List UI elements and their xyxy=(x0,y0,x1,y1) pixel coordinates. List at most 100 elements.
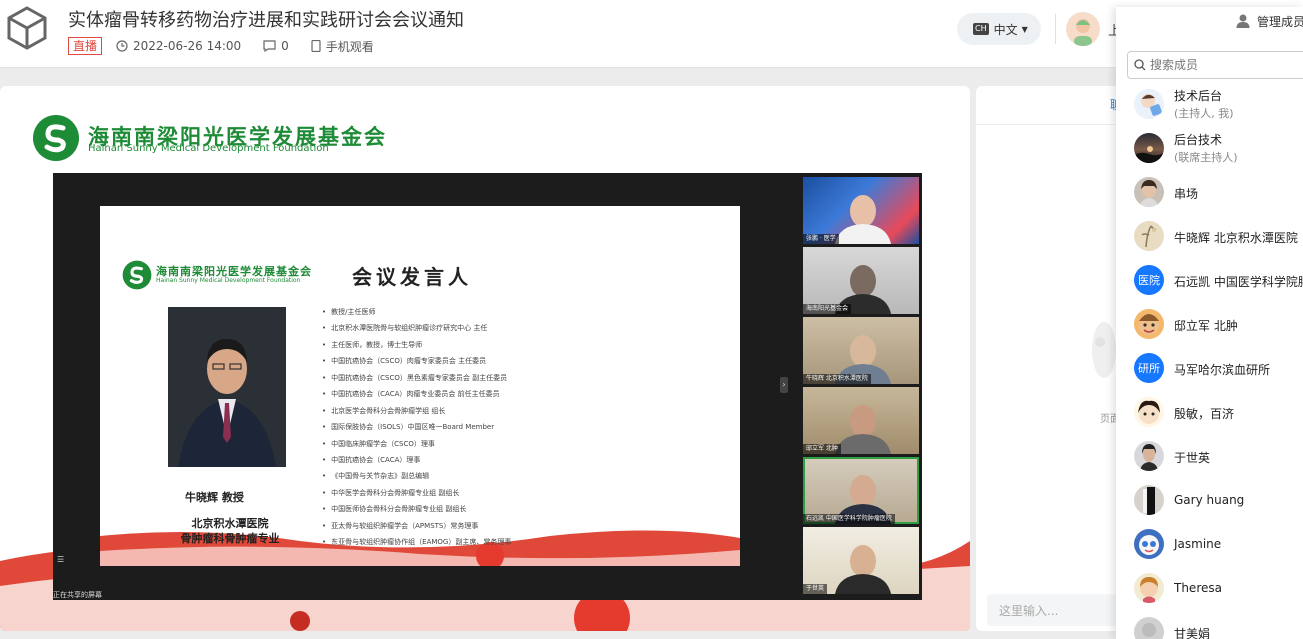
member-avatar xyxy=(1134,309,1164,339)
member-item[interactable]: 后台技术 (联席主持人) xyxy=(1116,127,1303,171)
collapse-tiles-button[interactable]: › xyxy=(780,377,788,393)
speaker-bio-item: 中华医学会骨科分会骨肿瘤专业组 副组长 xyxy=(322,485,740,501)
speaker-bio-item: 中国抗癌协会（CSCO）黑色素瘤专家委员会 副主任委员 xyxy=(322,370,740,386)
mobile-watch-label: 手机观看 xyxy=(325,39,374,54)
member-avatar xyxy=(1134,529,1164,559)
member-name: 后台技术 xyxy=(1174,133,1223,147)
speaker-bio-item: 东亚骨与软组织肿瘤协作组（EAMOG）副主席、常务理事 xyxy=(322,534,740,550)
member-name: 牛晓辉 北京积水潭医院 xyxy=(1174,231,1298,245)
page-title: 实体瘤骨转移药物治疗进展和实践研讨会会议通知 xyxy=(68,10,464,31)
speaker-name: 牛晓辉 教授 xyxy=(185,491,244,504)
member-item[interactable]: 于世英 xyxy=(1116,435,1303,479)
user-avatar[interactable] xyxy=(1066,12,1100,46)
member-item[interactable]: Jasmine xyxy=(1116,523,1303,567)
speaker-bio-item: 教授/主任医师 xyxy=(322,304,740,320)
member-name: 串场 xyxy=(1174,187,1199,201)
share-caption: 正在共享的屏幕 xyxy=(53,591,102,599)
participant-tile-caption: 海南阳光基金会 xyxy=(803,304,852,314)
speaker-bio-item: 亚太骨与软组织肿瘤学会（APMSTS）常务理事 xyxy=(322,518,740,534)
meta-row: 直播 2022-06-26 14:00 0 手机观看 xyxy=(68,37,396,55)
presentation-slide: 海南南梁阳光医学发展基金会 Hainan Sunny Medical Devel… xyxy=(100,206,740,566)
person-icon xyxy=(1236,14,1250,28)
speaker-organization: 北京积水潭医院 骨肿瘤科骨肿瘤专业 xyxy=(168,516,292,546)
datetime-item: 2022-06-26 14:00 xyxy=(116,39,241,53)
member-item[interactable]: 串场 xyxy=(1116,171,1303,215)
panel-header: 管理成员 xyxy=(1116,7,1303,37)
participant-tile[interactable]: 于世英 xyxy=(803,527,919,594)
speaker-org-line2: 骨肿瘤科骨肿瘤专业 xyxy=(180,532,280,545)
member-avatar xyxy=(1134,89,1164,119)
speaker-bio-list: 教授/主任医师北京积水潭医院骨与软组织肿瘤诊疗研究中心 主任主任医师，教授，博士… xyxy=(322,304,740,551)
slide-foundation-name-en: Hainan Sunny Medical Development Foundat… xyxy=(156,277,301,284)
participant-tile[interactable]: 石远凯 中国医学科学院肿瘤医院 xyxy=(803,457,919,524)
member-search-box[interactable] xyxy=(1127,51,1303,79)
speaker-bio-item: 《中国骨与关节杂志》副总编辑 xyxy=(322,468,740,484)
speaker-bio-item: 主任医师，教授，博士生导师 xyxy=(322,337,740,353)
datetime-text: 2022-06-26 14:00 xyxy=(133,39,242,53)
clock-icon xyxy=(116,40,128,52)
member-item[interactable]: 医院石远凯 中国医学科学院肿瘤医院 xyxy=(1116,259,1303,303)
live-badge: 直播 xyxy=(68,37,103,55)
member-avatar xyxy=(1134,573,1164,603)
member-name: Gary huang xyxy=(1174,493,1245,507)
comment-count-item[interactable]: 0 xyxy=(263,39,289,53)
participant-tile[interactable]: 邸立军 北肿 xyxy=(803,387,919,454)
header-divider xyxy=(1055,14,1056,44)
participant-tile-caption: 邸立军 北肿 xyxy=(803,444,841,454)
foundation-name-en: Hainan Sunny Medical Development Foundat… xyxy=(88,143,329,154)
member-name: 石远凯 中国医学科学院肿瘤医院 xyxy=(1174,275,1303,289)
comment-icon xyxy=(263,40,276,52)
participant-tile-caption: 牛晓辉 北京积水潭医院 xyxy=(803,374,871,384)
member-avatar xyxy=(1134,485,1164,515)
member-search-input[interactable] xyxy=(1150,56,1300,74)
chat-input[interactable]: 这里输入... xyxy=(987,594,1117,626)
list-icon[interactable]: ☰ xyxy=(57,555,64,564)
participant-tile[interactable]: 张鹏 · 医学 xyxy=(803,177,919,244)
slide-foundation-logo-icon xyxy=(122,260,152,290)
member-avatar: 研所 xyxy=(1134,353,1164,383)
member-item[interactable]: 殷敏，百济 xyxy=(1116,391,1303,435)
member-avatar xyxy=(1134,221,1164,251)
participant-tile-caption: 于世英 xyxy=(803,584,828,594)
speaker-bio-item: 北京医学会骨科分会骨肿瘤学组 组长 xyxy=(322,403,740,419)
member-name: 邸立军 北肿 xyxy=(1174,319,1238,333)
speaker-bio-item: 中国临床肿瘤学会（CSCO）理事 xyxy=(322,436,740,452)
comment-count: 0 xyxy=(281,39,289,53)
phone-icon xyxy=(311,40,321,52)
speaker-bio-item: 中国医师协会骨科分会骨肿瘤专业组 副组长 xyxy=(322,501,740,517)
participant-video-tiles: 张鹏 · 医学海南阳光基金会牛晓辉 北京积水潭医院 邸立军 北肿石远凯 中国医学科… xyxy=(803,177,919,597)
member-avatar xyxy=(1134,177,1164,207)
speaker-bio-item: 中国抗癌协会（CACA）理事 xyxy=(322,452,740,468)
member-avatar xyxy=(1134,133,1164,163)
member-item[interactable]: 邸立军 北肿 xyxy=(1116,303,1303,347)
member-name: 于世英 xyxy=(1174,451,1211,465)
speaker-photo xyxy=(168,307,286,467)
live-stage: 海南南梁阳光医学发展基金会 Hainan Sunny Medical Devel… xyxy=(0,86,970,631)
chat-divider xyxy=(976,124,1116,125)
member-management-panel: 管理成员 技术后台 (主持人, 我) 后台技术 (联席主持人) 串场牛晓辉 北京积水潭医… xyxy=(1116,7,1303,639)
participant-tile[interactable]: 牛晓辉 北京积水潭医院 xyxy=(803,317,919,384)
header-bar: 实体瘤骨转移药物治疗进展和实践研讨会会议通知 直播 2022-06-26 14:… xyxy=(0,0,1303,68)
member-item[interactable]: Theresa xyxy=(1116,567,1303,611)
member-list: 技术后台 (主持人, 我) 后台技术 (联席主持人) 串场牛晓辉 北京积水潭医院医院 石远… xyxy=(1116,83,1303,639)
member-item[interactable]: 技术后台 (主持人, 我) xyxy=(1116,83,1303,127)
member-role: (主持人, 我) xyxy=(1174,107,1234,120)
member-name: 殷敏，百济 xyxy=(1174,407,1235,421)
speaker-org-line1: 北京积水潭医院 xyxy=(191,517,269,530)
member-item[interactable]: 甘美娟 xyxy=(1116,611,1303,639)
member-name: 马军哈尔滨血研所 xyxy=(1174,363,1271,377)
member-item[interactable]: 牛晓辉 北京积水潭医院 xyxy=(1116,215,1303,259)
search-icon xyxy=(1134,59,1146,71)
language-selector[interactable]: CH 中文 ▼ xyxy=(957,13,1041,45)
mobile-watch-link[interactable]: 手机观看 xyxy=(311,38,374,55)
member-item[interactable]: Gary huang xyxy=(1116,479,1303,523)
participant-tile[interactable]: 海南阳光基金会 xyxy=(803,247,919,314)
foundation-logo-icon xyxy=(33,115,79,161)
member-role: (联席主持人) xyxy=(1174,151,1238,164)
screen-share-viewport: 海南南梁阳光医学发展基金会 Hainan Sunny Medical Devel… xyxy=(53,173,922,600)
language-label: 中文 xyxy=(993,22,1018,37)
participant-tile-caption: 石远凯 中国医学科学院肿瘤医院 xyxy=(803,514,895,524)
member-name: 技术后台 xyxy=(1174,89,1223,103)
member-item[interactable]: 研所 马军哈尔滨血研所 xyxy=(1116,347,1303,391)
user-avatar-icon xyxy=(1074,19,1092,46)
